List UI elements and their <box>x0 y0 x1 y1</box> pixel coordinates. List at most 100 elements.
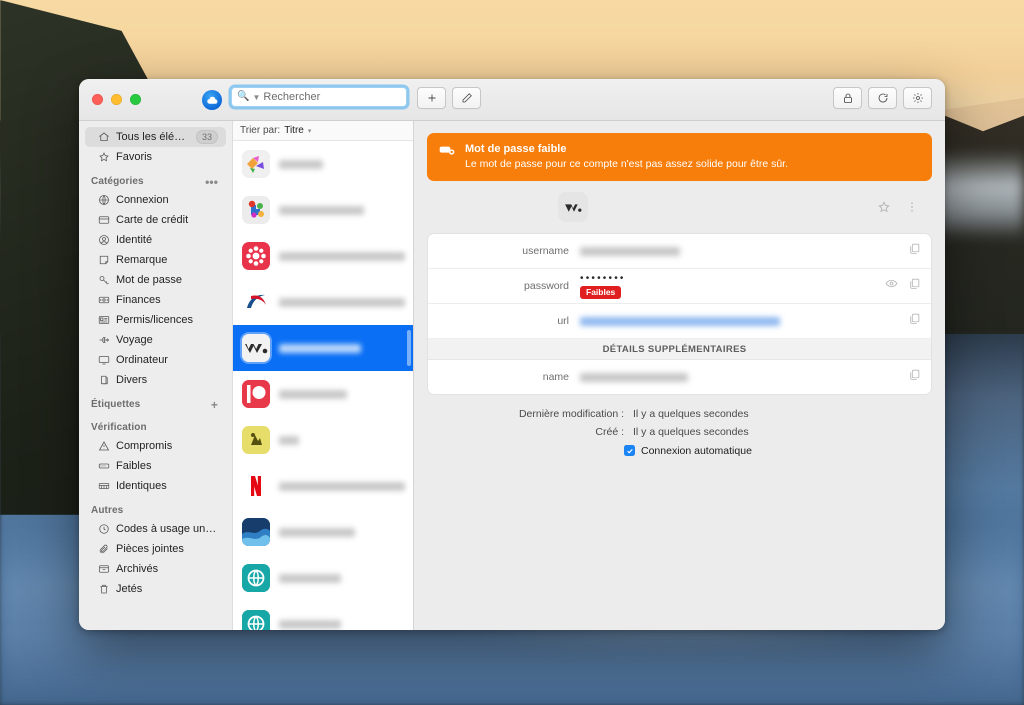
sidebar: Tous les éléments 33 Favoris Catégories … <box>79 121 233 630</box>
sort-value[interactable]: Titre <box>284 125 304 136</box>
sidebar-item-identity[interactable]: Identité <box>85 230 226 250</box>
sidebar-item-computer[interactable]: Ordinateur <box>85 350 226 370</box>
add-item-button[interactable] <box>417 87 446 109</box>
more-vertical-icon[interactable] <box>898 200 926 214</box>
misc-icon <box>97 374 110 387</box>
list-item-title <box>279 573 341 583</box>
list-item-selected[interactable] <box>233 325 413 371</box>
field-row-password[interactable]: password •••••••• Faibles <box>428 269 931 304</box>
list-item[interactable] <box>233 555 413 601</box>
field-value-url[interactable] <box>580 316 908 326</box>
copy-icon[interactable] <box>908 242 921 260</box>
canvas-logo-icon <box>242 242 270 270</box>
sidebar-item-compromised[interactable]: Compromis <box>85 436 226 456</box>
sidebar-item-favorites[interactable]: Favoris <box>85 147 226 167</box>
list-item-title <box>279 481 405 491</box>
edit-item-button[interactable] <box>452 87 481 109</box>
list-item[interactable] <box>233 187 413 233</box>
field-value-name[interactable] <box>580 372 908 382</box>
window-titlebar: 🔍 ▼ Rechercher <box>79 79 945 121</box>
sync-button[interactable] <box>868 87 897 109</box>
list-item[interactable] <box>233 417 413 463</box>
redacted-value <box>580 246 680 256</box>
field-key-password: password <box>524 280 569 292</box>
sidebar-item-license[interactable]: Permis/licences <box>85 310 226 330</box>
sidebar-item-duplicate[interactable]: Identiques <box>85 476 226 496</box>
sidebar-label-credit-card: Carte de crédit <box>116 214 189 226</box>
redacted-url-value[interactable] <box>580 316 780 326</box>
detail-pane: Mot de passe faible Le mot de passe pour… <box>414 121 945 630</box>
list-item[interactable] <box>233 141 413 187</box>
tags-header-label: Étiquettes <box>91 399 141 410</box>
close-button[interactable] <box>92 94 103 105</box>
sidebar-item-all-items[interactable]: Tous les éléments 33 <box>85 127 226 147</box>
sidebar-label-trash: Jetés <box>116 583 143 595</box>
sidebar-item-otp[interactable]: Codes à usage unique <box>85 519 226 539</box>
field-row-username[interactable]: username <box>428 234 931 269</box>
sidebar-label-archived: Archivés <box>116 563 159 575</box>
field-row-url[interactable]: url <box>428 304 931 339</box>
fields-card: username password •••••••• Faibles url D… <box>427 233 932 395</box>
sidebar-item-weak[interactable]: Faibles <box>85 456 226 476</box>
maximize-button[interactable] <box>130 94 141 105</box>
list-item[interactable] <box>233 371 413 417</box>
list-item[interactable] <box>233 509 413 555</box>
toolbar-right-group <box>833 87 932 109</box>
minimize-button[interactable] <box>111 94 122 105</box>
sidebar-item-archived[interactable]: Archivés <box>85 559 226 579</box>
sort-bar[interactable]: Trier par: Titre ▾ <box>233 121 413 141</box>
settings-button[interactable] <box>903 87 932 109</box>
metadata-row-created: Créé : Il y a quelques secondes <box>427 426 932 438</box>
copy-icon[interactable] <box>908 277 921 295</box>
add-tag-icon[interactable]: + <box>211 399 218 411</box>
list-item-title <box>279 619 341 629</box>
search-input[interactable]: 🔍 ▼ Rechercher <box>231 87 407 107</box>
section-title: DÉTAILS SUPPLÉMENTAIRES <box>602 343 747 355</box>
sidebar-item-travel[interactable]: Voyage <box>85 330 226 350</box>
list-item-title <box>279 527 355 537</box>
field-key-url: url <box>557 315 569 327</box>
search-field-wrapper[interactable]: 🔍 ▼ Rechercher <box>231 87 407 107</box>
sidebar-item-note[interactable]: Remarque <box>85 250 226 270</box>
field-value-password[interactable]: •••••••• Faibles <box>580 273 885 299</box>
copy-icon[interactable] <box>908 368 921 386</box>
categories-more-icon[interactable]: ••• <box>205 176 218 188</box>
sidebar-label-note: Remarque <box>116 254 168 266</box>
sort-label: Trier par: <box>240 125 281 136</box>
globe-icon <box>97 194 110 207</box>
plane-icon <box>97 334 110 347</box>
metadata-row-modified: Dernière modification : Il y a quelques … <box>427 408 932 420</box>
field-row-name[interactable]: name <box>428 360 931 394</box>
airfrance-logo-icon <box>242 288 270 316</box>
sidebar-item-finances[interactable]: Finances <box>85 290 226 310</box>
banner-subtitle: Le mot de passe pour ce compte n'est pas… <box>465 158 789 170</box>
chevron-down-icon[interactable]: ▾ <box>308 127 312 135</box>
eye-icon[interactable] <box>885 277 898 295</box>
sidebar-item-connexion[interactable]: Connexion <box>85 190 226 210</box>
blue-wave-icon <box>242 518 270 546</box>
list-item[interactable] <box>233 279 413 325</box>
list-item[interactable] <box>233 601 413 630</box>
copy-icon[interactable] <box>908 312 921 330</box>
sidebar-item-password[interactable]: Mot de passe <box>85 270 226 290</box>
sidebar-header-others: Autres <box>79 496 232 519</box>
sidebar-item-misc[interactable]: Divers <box>85 370 226 390</box>
detail-header <box>427 181 932 233</box>
patreon-logo-icon <box>242 380 270 408</box>
sidebar-item-credit-card[interactable]: Carte de crédit <box>85 210 226 230</box>
toolbar-left-group <box>417 87 481 109</box>
teal-globe-icon <box>242 610 270 630</box>
bank-icon <box>97 294 110 307</box>
monitor-icon <box>97 354 110 367</box>
field-value-username[interactable] <box>580 246 908 256</box>
sidebar-item-trash[interactable]: Jetés <box>85 579 226 599</box>
list-item[interactable] <box>233 463 413 509</box>
chevron-down-icon[interactable]: ▼ <box>252 93 260 102</box>
section-header-extra-details: DÉTAILS SUPPLÉMENTAIRES <box>428 339 931 360</box>
lock-button[interactable] <box>833 87 862 109</box>
sidebar-item-attachments[interactable]: Pièces jointes <box>85 539 226 559</box>
favorite-toggle-button[interactable] <box>870 200 898 214</box>
autologin-row[interactable]: Connexion automatique <box>427 445 932 457</box>
list-item[interactable] <box>233 233 413 279</box>
autologin-checkbox[interactable] <box>624 445 635 456</box>
